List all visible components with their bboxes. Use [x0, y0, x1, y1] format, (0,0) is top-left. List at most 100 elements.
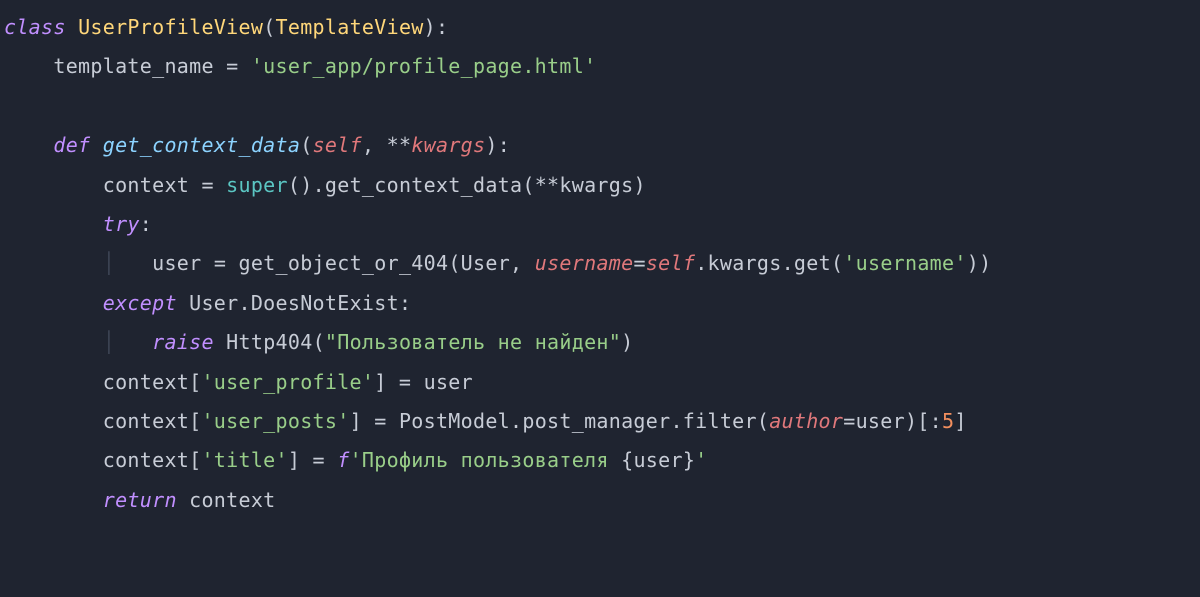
space	[177, 488, 189, 512]
paren-open: (	[757, 409, 769, 433]
string: 'username'	[843, 251, 966, 275]
code-line: context['user_profile'] = user	[4, 370, 473, 394]
keyword-return: return	[103, 488, 177, 512]
code-line: return context	[4, 488, 276, 512]
space	[177, 291, 189, 315]
paren-open: (	[263, 15, 275, 39]
dot: .	[670, 409, 682, 433]
keyword-try: try	[103, 212, 140, 236]
kwarg-name: username	[535, 251, 634, 275]
string: "Пользователь не найден"	[325, 330, 621, 354]
fstring-prefix: f	[337, 448, 349, 472]
self: self	[646, 251, 695, 275]
stars: **	[535, 173, 560, 197]
bracket-close: ]	[954, 409, 966, 433]
keyword-raise: raise	[152, 330, 214, 354]
paren-close: )	[621, 330, 633, 354]
indent	[4, 133, 53, 157]
string: 'user_posts'	[201, 409, 349, 433]
variable: context	[103, 448, 189, 472]
dot: .	[239, 291, 251, 315]
variable: context	[103, 370, 189, 394]
kwargs: kwargs	[559, 173, 633, 197]
paren: ()	[288, 173, 313, 197]
paren-open: (	[313, 330, 325, 354]
code-line: template_name = 'user_app/profile_page.h…	[4, 54, 596, 78]
variable: context	[103, 409, 189, 433]
variable: user	[633, 448, 682, 472]
operator-eq: =	[201, 251, 238, 275]
code-editor[interactable]: class UserProfileView(TemplateView): tem…	[0, 0, 1200, 520]
indent	[4, 54, 53, 78]
base-class: TemplateView	[276, 15, 424, 39]
variable: context	[103, 173, 189, 197]
indent	[4, 448, 103, 472]
indent-guide: │	[103, 330, 115, 354]
operator-eq: =	[843, 409, 855, 433]
indent	[4, 488, 103, 512]
paren-open: (	[522, 173, 534, 197]
kwarg-name: author	[769, 409, 843, 433]
colon: :	[930, 409, 942, 433]
operator-eq: =	[214, 54, 251, 78]
method: get_context_data	[325, 173, 522, 197]
bracket-open: [	[917, 409, 929, 433]
colon: :	[140, 212, 152, 236]
bracket-open: [	[189, 448, 201, 472]
attr: post_manager	[522, 409, 670, 433]
paren-close: )	[633, 173, 645, 197]
indent	[4, 291, 103, 315]
comma: ,	[510, 251, 535, 275]
super: super	[226, 173, 288, 197]
operator-eq: =	[633, 251, 645, 275]
operator-eq: =	[300, 448, 337, 472]
paren-open: (	[300, 133, 312, 157]
comma: ,	[362, 133, 387, 157]
variable: user	[424, 370, 473, 394]
code-line: context = super().get_context_data(**kwa…	[4, 173, 646, 197]
string-quote: '	[695, 448, 707, 472]
code-line: │ user = get_object_or_404(User, usernam…	[4, 251, 991, 275]
string: 'user_profile'	[201, 370, 374, 394]
bracket-close: ]	[288, 448, 300, 472]
variable: template_name	[53, 54, 213, 78]
keyword-def: def	[53, 133, 90, 157]
indent	[4, 370, 103, 394]
brace-open: {	[621, 448, 633, 472]
bracket-open: [	[189, 370, 201, 394]
function-name: get_context_data	[103, 133, 300, 157]
function-call: get_object_or_404	[239, 251, 449, 275]
operator-eq: =	[387, 370, 424, 394]
operator-eq: =	[362, 409, 399, 433]
paren-open: (	[831, 251, 843, 275]
bracket-close: ]	[350, 409, 362, 433]
bracket-open: [	[189, 409, 201, 433]
self: self	[313, 133, 362, 157]
indent	[4, 173, 103, 197]
brace-close: }	[683, 448, 695, 472]
class-ref: User	[461, 251, 510, 275]
dot: .	[782, 251, 794, 275]
paren-close: )	[967, 251, 979, 275]
method: filter	[683, 409, 757, 433]
code-line: try:	[4, 212, 152, 236]
dot: .	[695, 251, 707, 275]
code-line: │ raise Http404("Пользователь не найден"…	[4, 330, 633, 354]
code-line: context['title'] = f'Профиль пользовател…	[4, 448, 708, 472]
paren-close: ):	[485, 133, 510, 157]
dot: .	[510, 409, 522, 433]
string: 'Профиль пользователя	[350, 448, 622, 472]
stars: **	[387, 133, 412, 157]
attr: kwargs	[708, 251, 782, 275]
colon: :	[399, 291, 411, 315]
code-line: except User.DoesNotExist:	[4, 291, 411, 315]
exception: DoesNotExist	[251, 291, 399, 315]
code-line: class UserProfileView(TemplateView):	[4, 15, 448, 39]
bracket-close: ]	[374, 370, 386, 394]
class-ref: Http404	[226, 330, 312, 354]
dot: .	[313, 173, 325, 197]
space	[214, 330, 226, 354]
string: 'title'	[201, 448, 287, 472]
paren-close: )	[905, 409, 917, 433]
class-ref: PostModel	[399, 409, 510, 433]
